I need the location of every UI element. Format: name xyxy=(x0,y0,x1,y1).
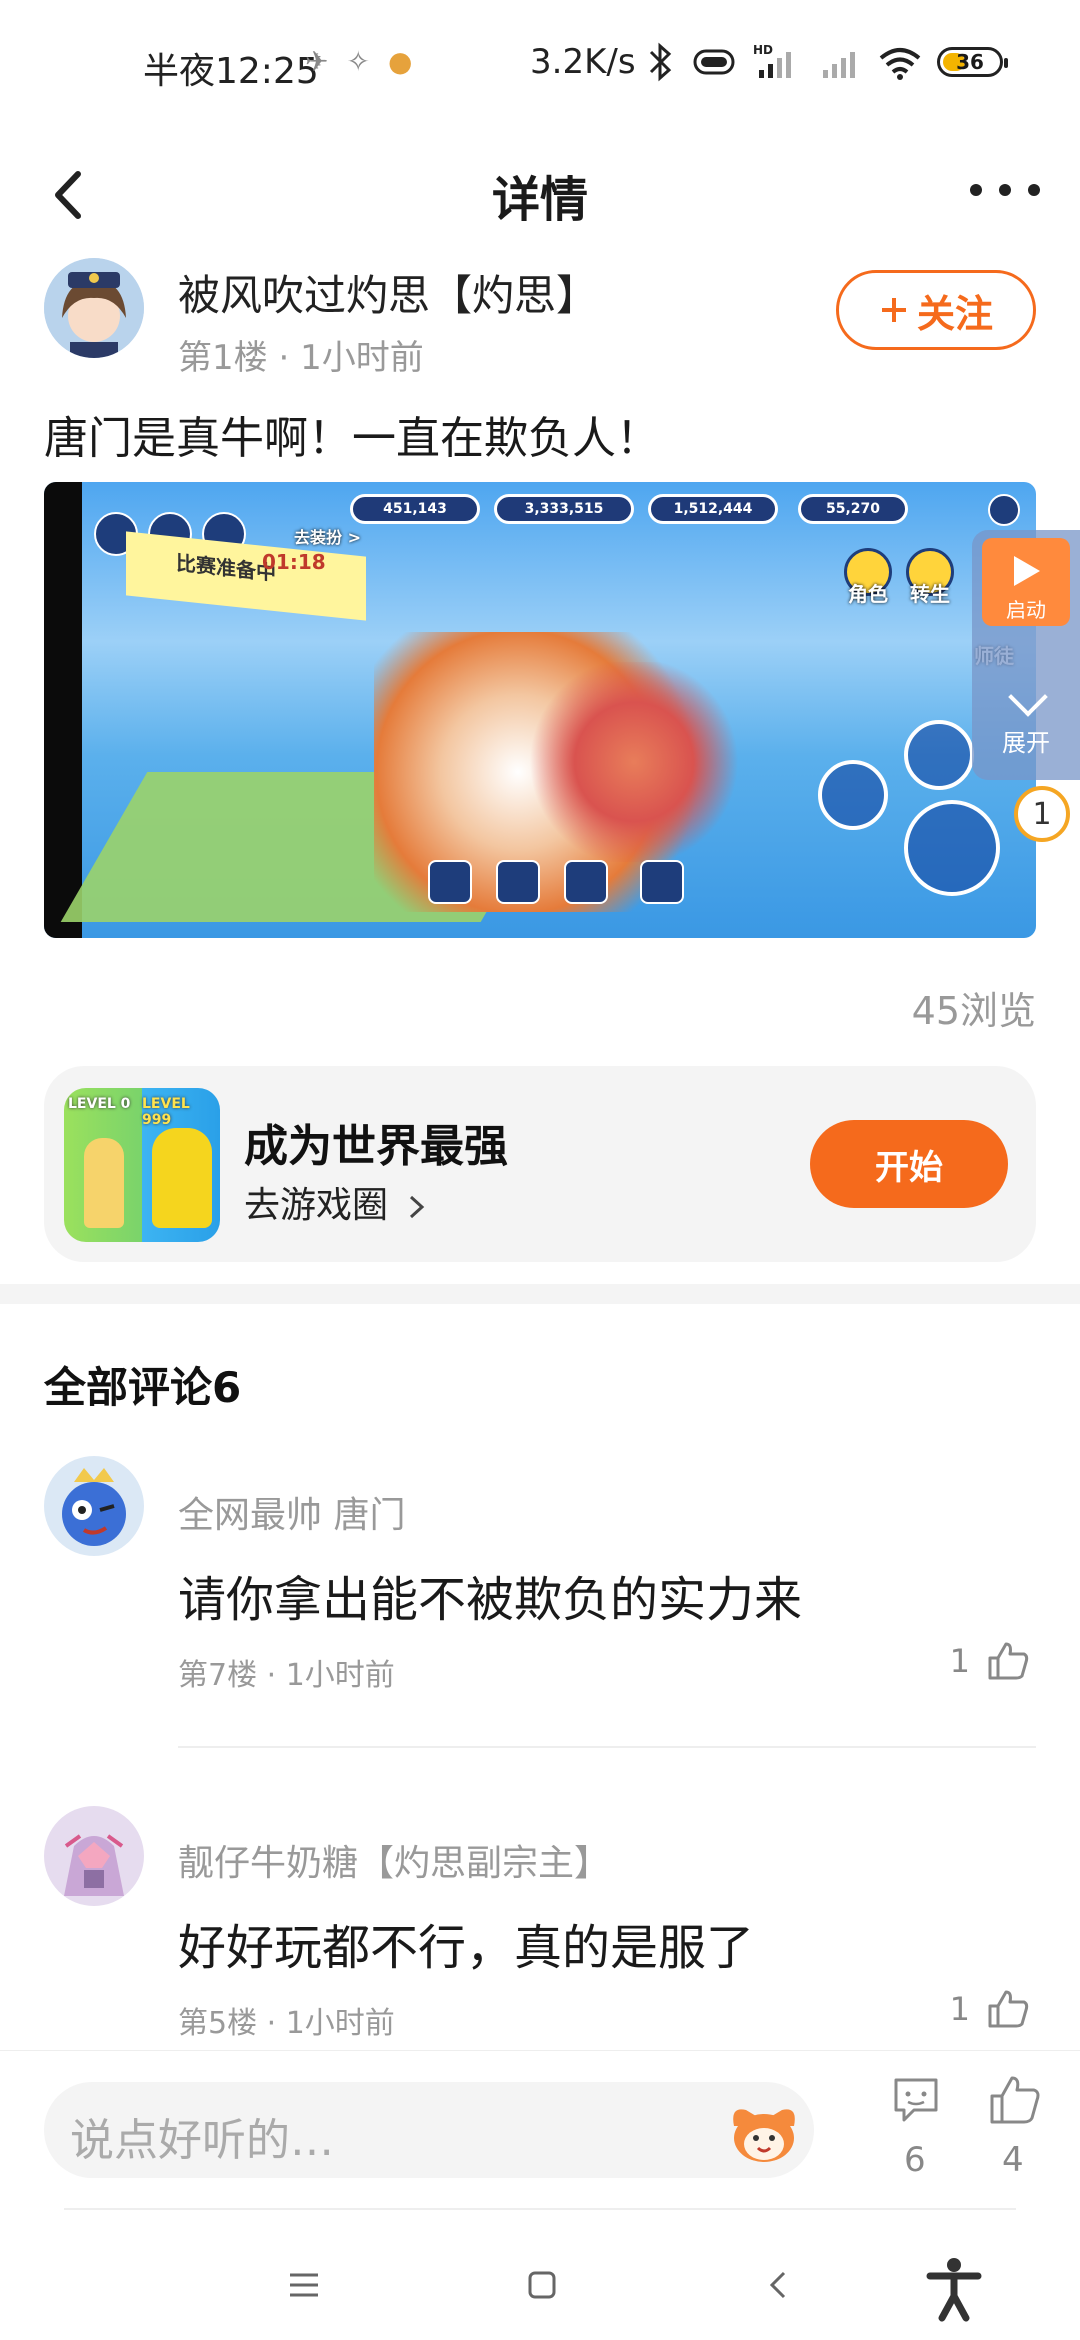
section-divider xyxy=(0,1284,1080,1304)
comment-floor: 第5楼 xyxy=(178,2006,258,2041)
chevron-right-icon xyxy=(410,1195,425,1219)
comment-like-count: 1 xyxy=(949,1642,970,1680)
rebirth-label: 转生 xyxy=(910,582,950,606)
view-count: 45浏览 xyxy=(911,989,1036,1033)
home-icon[interactable] xyxy=(522,2265,562,2305)
thumb-figure-strong xyxy=(152,1128,212,1228)
game-structure-accent xyxy=(524,662,744,862)
skill-slot-icon xyxy=(564,860,608,904)
post-floor: 第1楼 xyxy=(178,338,268,378)
vibrate-icon xyxy=(693,49,735,75)
battery-icon: 36 xyxy=(937,47,1008,77)
more-dot-icon xyxy=(999,184,1011,196)
stat-pill: 1,512,444 xyxy=(648,494,778,524)
app-header: 详情 xyxy=(0,130,1080,260)
compass-icon xyxy=(818,760,888,830)
comment-separator xyxy=(178,1746,1036,1748)
comment-meta: 第5楼 · 1小时前 xyxy=(178,1998,395,2042)
commenter-avatar[interactable] xyxy=(44,1456,144,1556)
jump-button-icon xyxy=(904,720,974,790)
author-name[interactable]: 被风吹过灼思【灼思】 xyxy=(178,262,598,323)
launch-button[interactable]: 启动 xyxy=(982,538,1070,626)
thumb-figure-weak xyxy=(84,1138,124,1228)
emoji-mascot-icon[interactable] xyxy=(726,2096,802,2166)
notification-icons: ✈✧● xyxy=(305,45,430,78)
comment-text: 好好玩都不行，真的是服了 xyxy=(178,1920,755,1976)
status-right-icons: HD 36 xyxy=(645,40,1008,84)
thumbs-up-icon[interactable] xyxy=(986,1640,1030,1680)
comment-text: 请你拿出能不被欺负的实力来 xyxy=(178,1572,803,1628)
signal-icon xyxy=(823,52,855,78)
status-time: 半夜12:25 xyxy=(143,51,319,92)
role-label: 角色 xyxy=(848,582,888,606)
plus-icon xyxy=(881,298,906,322)
game-timer: 01:18 xyxy=(262,550,326,574)
skill-slot-icon xyxy=(428,860,472,904)
post-time: 1小时前 xyxy=(300,338,424,378)
author-avatar[interactable] xyxy=(44,258,144,358)
meta-dot: · xyxy=(257,1658,286,1693)
thumb-level-left: LEVEL 0 xyxy=(68,1096,131,1112)
follow-label: 关注 xyxy=(916,291,993,336)
system-nav-bar xyxy=(0,2210,1080,2340)
skill-slot-icon xyxy=(640,860,684,904)
comment-time: 1小时前 xyxy=(285,1658,395,1693)
settings-icon xyxy=(988,494,1020,526)
more-dot-icon xyxy=(1028,184,1040,196)
rocket-icon: ✈ xyxy=(305,45,347,78)
skill-slot-icon xyxy=(496,860,540,904)
game-start-button[interactable]: 开始 xyxy=(810,1120,1008,1208)
stat-pill: 55,270 xyxy=(798,494,908,524)
net-speed: 3.2K/s xyxy=(530,42,636,82)
comment-icon[interactable] xyxy=(888,2072,944,2128)
meta-dot: · xyxy=(257,2006,286,2041)
float-badge[interactable]: 1 xyxy=(1014,786,1070,842)
thumbs-up-icon[interactable] xyxy=(986,2072,1042,2128)
bee-icon: ● xyxy=(387,45,431,78)
stat-pill: 451,143 xyxy=(350,494,480,524)
comment-time: 1小时前 xyxy=(285,2006,395,2041)
wifi-icon xyxy=(879,48,921,80)
stat-pill: 3,333,515 xyxy=(494,494,634,524)
game-circle-label: 去游戏圈 xyxy=(244,1185,389,1226)
thumb-level-right: LEVEL 999 xyxy=(142,1096,190,1128)
signal-hd-icon: HD xyxy=(753,43,791,78)
telescope-icon: ✧ xyxy=(346,45,388,78)
post-content: 唐门是真牛啊！一直在欺负人！ xyxy=(44,413,660,464)
status-bar: 半夜12:25 ✈✧● 3.2K/s HD 36 xyxy=(0,0,1080,130)
commenter-avatar[interactable] xyxy=(44,1806,144,1906)
bluetooth-icon xyxy=(649,42,672,82)
more-dot-icon xyxy=(970,184,982,196)
comment-count: 6 xyxy=(904,2140,926,2180)
punch-button-icon xyxy=(904,800,1000,896)
meta-dot: · xyxy=(278,338,301,378)
back-nav-icon[interactable] xyxy=(760,2265,800,2305)
comments-title: 全部评论6 xyxy=(44,1363,242,1412)
commenter-name[interactable]: 全网最帅 唐门 xyxy=(178,1486,405,1538)
image-letterbox xyxy=(44,482,82,938)
accessibility-icon[interactable] xyxy=(924,2256,984,2322)
svg-text:HD: HD xyxy=(753,43,773,57)
game-circle-link[interactable]: 去游戏圈 xyxy=(244,1176,429,1228)
commenter-name[interactable]: 靓仔牛奶糖【灼思副宗主】 xyxy=(178,1834,610,1886)
battery-level: 36 xyxy=(956,50,984,74)
comment-meta: 第7楼 · 1小时前 xyxy=(178,1650,395,1694)
page-title: 详情 xyxy=(491,172,588,228)
like-count: 4 xyxy=(1002,2140,1024,2180)
follow-button[interactable]: 关注 xyxy=(836,270,1036,350)
post-image[interactable]: 451,143 3,333,515 1,512,444 55,270 去装扮 >… xyxy=(44,482,1036,938)
comment-floor: 第7楼 xyxy=(178,1658,258,1693)
expand-button[interactable]: 展开 xyxy=(982,665,1070,765)
comment-like-count: 1 xyxy=(949,1990,970,2028)
thumbs-up-icon[interactable] xyxy=(986,1988,1030,2028)
game-thumbnail[interactable]: LEVEL 0 LEVEL 999 xyxy=(64,1088,220,1242)
game-title: 成为世界最强 xyxy=(244,1121,508,1172)
post-meta: 第1楼 · 1小时前 xyxy=(178,330,424,379)
outfit-label: 去装扮 > xyxy=(294,528,361,547)
menu-icon[interactable] xyxy=(284,2265,324,2305)
comment-input[interactable]: 说点好听的… xyxy=(44,2082,814,2178)
more-button[interactable] xyxy=(970,175,1040,205)
